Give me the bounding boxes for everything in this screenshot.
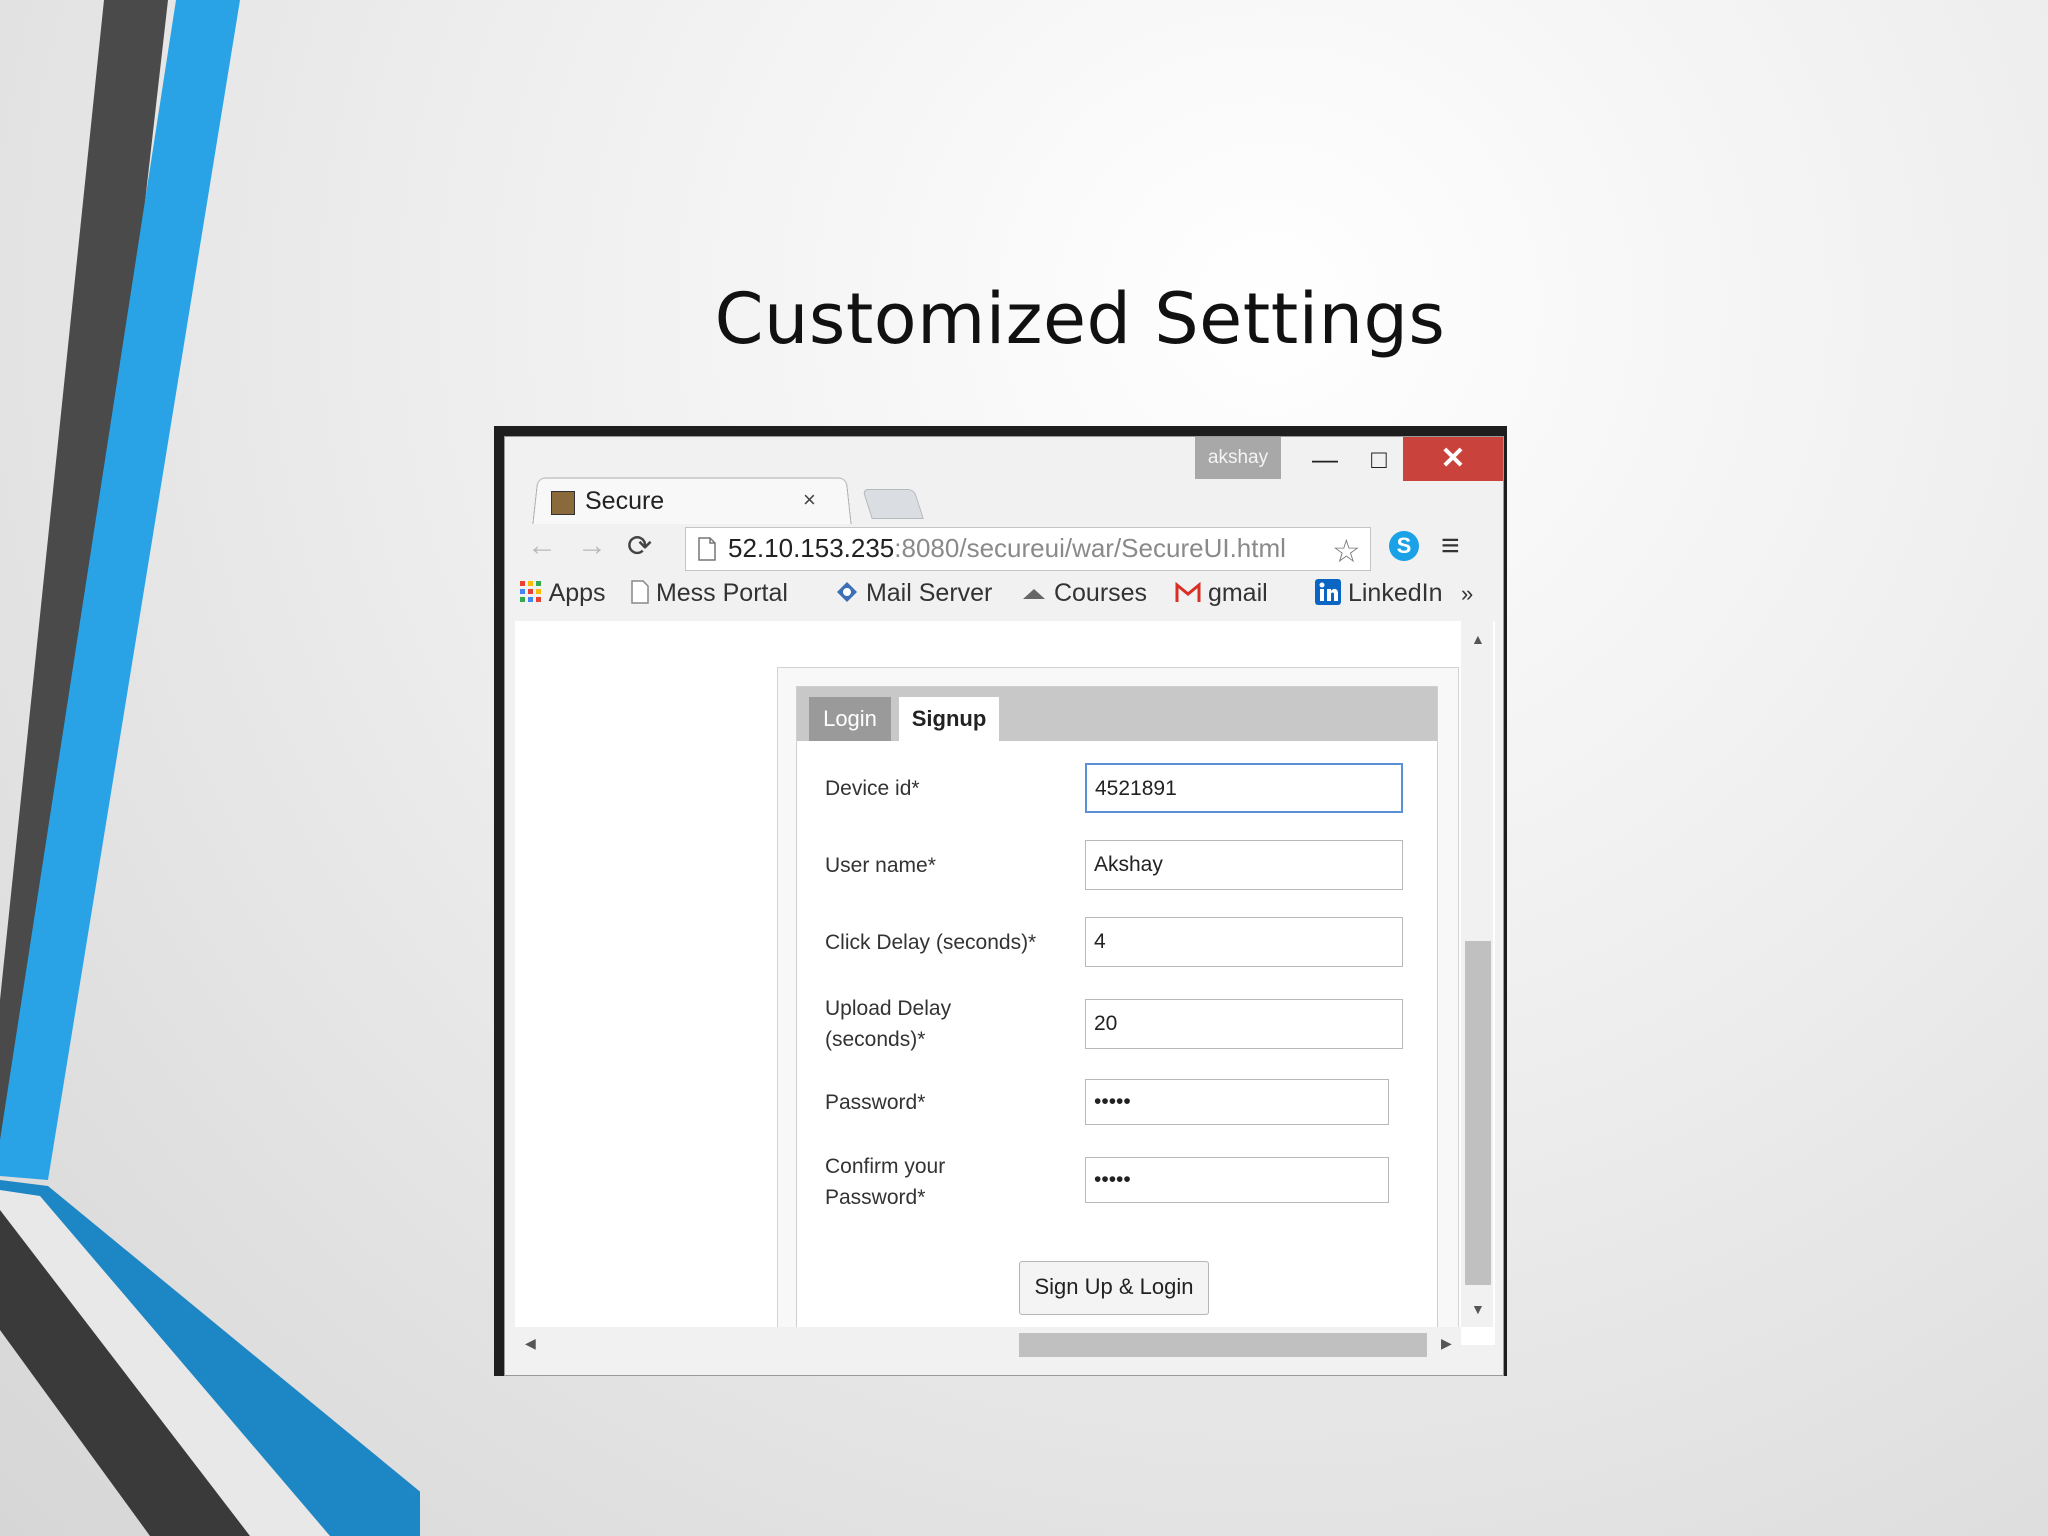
confirm-password-label-line1: Confirm your [825,1155,946,1178]
bookmark-label: gmail [1207,579,1268,607]
scroll-up-icon[interactable]: ▲ [1471,631,1485,647]
click-delay-label: Click Delay (seconds)* [825,931,1037,954]
upload-delay-label: Upload Delay (seconds)* [825,993,951,1055]
profile-badge[interactable]: akshay [1195,437,1281,479]
upload-delay-label-line2: (seconds)* [825,1028,926,1051]
user-name-label: User name* [825,854,936,877]
device-id-input[interactable]: 4521891 [1085,763,1403,813]
horizontal-scrollbar[interactable]: ◀ ▶ [515,1327,1461,1359]
cloud-icon [1023,589,1045,599]
bookmark-mess-portal[interactable]: Mess Portal [631,579,788,608]
browser-screenshot: akshay — □ ✕ Secure × ← → ⟳ 52.10.153.23… [494,426,1507,1376]
close-window-button[interactable]: ✕ [1403,437,1503,481]
confirm-password-label: Confirm your Password* [825,1151,945,1213]
click-delay-input[interactable]: 4 [1085,917,1403,967]
bookmarks-overflow-icon[interactable]: » [1461,581,1473,607]
form-tabbar: Login Signup [797,687,1437,741]
mail-icon [837,582,857,602]
password-label: Password* [825,1091,926,1114]
confirm-password-label-line2: Password* [825,1186,926,1209]
url-text: 52.10.153.235:8080/secureui/war/SecureUI… [728,533,1286,564]
upload-delay-input[interactable]: 20 [1085,999,1403,1049]
url-host: 52.10.153.235 [728,533,895,563]
page-icon [698,537,716,561]
page-favicon-icon [551,491,575,515]
new-tab-button[interactable] [862,489,924,519]
decorative-stripes [0,0,420,1536]
apps-grid-icon [520,581,541,602]
bookmark-label: Apps [548,579,606,607]
bookmark-label: Mail Server [865,579,993,607]
browser-menu-icon[interactable]: ≡ [1441,527,1460,564]
user-name-input[interactable]: Akshay [1085,840,1403,890]
reload-icon[interactable]: ⟳ [627,529,652,564]
bookmark-label: Mess Portal [655,579,788,607]
signup-form: Login Signup Device id* 4521891 User nam… [796,686,1438,1328]
tab-secure[interactable]: Secure × [539,481,839,525]
confirm-password-input[interactable]: ••••• [1085,1157,1389,1203]
slide-title: Customized Settings [714,278,1446,360]
scroll-right-icon[interactable]: ▶ [1441,1335,1452,1352]
forward-icon[interactable]: → [577,529,607,563]
horizontal-scroll-thumb[interactable] [1019,1333,1427,1357]
sign-up-login-button[interactable]: Sign Up & Login [1019,1261,1209,1315]
page-viewport: Login Signup Device id* 4521891 User nam… [515,621,1495,1359]
bookmark-mail-server[interactable]: Mail Server [835,579,992,608]
scroll-down-icon[interactable]: ▼ [1471,1301,1485,1317]
vertical-scroll-thumb[interactable] [1465,941,1491,1285]
scroll-left-icon[interactable]: ◀ [525,1335,536,1352]
tab-title: Secure [585,487,665,515]
bookmark-gmail[interactable]: gmail [1175,579,1268,608]
linkedin-icon [1315,579,1341,605]
tab-close-icon[interactable]: × [803,487,816,513]
maximize-button[interactable]: □ [1351,437,1407,481]
tab-login[interactable]: Login [809,697,891,741]
skype-extension-icon[interactable]: S [1389,531,1419,561]
url-path: :8080/secureui/war/SecureUI.html [894,533,1286,563]
form-panel: Login Signup Device id* 4521891 User nam… [777,667,1459,1329]
device-id-label: Device id* [825,777,920,800]
bookmark-courses[interactable]: Courses [1021,579,1147,608]
vertical-scrollbar[interactable]: ▲ ▼ [1461,621,1493,1327]
bookmark-linkedin[interactable]: LinkedIn [1315,579,1442,608]
address-bar[interactable]: 52.10.153.235:8080/secureui/war/SecureUI… [685,527,1371,571]
page-icon [631,580,649,604]
toolbar: ← → ⟳ 52.10.153.235:8080/secureui/war/Se… [513,523,1495,573]
bookmark-label: LinkedIn [1347,579,1443,607]
browser-window: akshay — □ ✕ Secure × ← → ⟳ 52.10.153.23… [504,436,1504,1376]
upload-delay-label-line1: Upload Delay [825,997,952,1020]
gmail-icon [1175,581,1201,602]
minimize-button[interactable]: — [1297,437,1353,481]
tab-signup[interactable]: Signup [899,697,999,741]
password-input[interactable]: ••••• [1085,1079,1389,1125]
back-icon[interactable]: ← [527,529,557,563]
bookmark-label: Courses [1053,579,1148,607]
bookmark-star-icon[interactable]: ☆ [1332,532,1361,570]
bookmarks-bar: Apps Mess Portal Mail Server Courses gma… [519,575,1499,619]
bookmark-apps[interactable]: Apps [519,579,606,608]
